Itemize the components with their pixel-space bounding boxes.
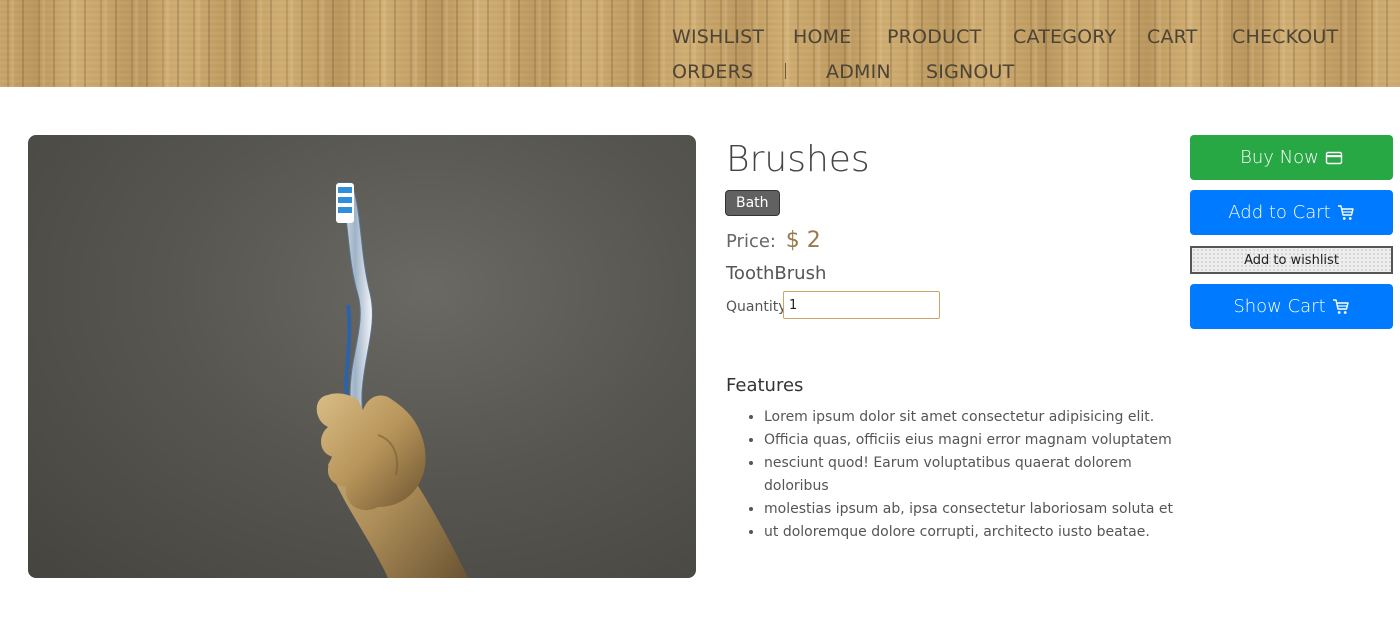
add-to-cart-label: Add to Cart — [1228, 202, 1331, 223]
nav-admin[interactable]: ADMIN — [826, 61, 891, 83]
site-header: WISHLIST HOME PRODUCT CATEGORY CART CHEC… — [0, 0, 1400, 87]
toothbrush-photo — [316, 182, 468, 578]
show-cart-label: Show Cart — [1233, 296, 1326, 317]
nav-wishlist[interactable]: WISHLIST — [672, 26, 764, 48]
add-to-cart-button[interactable]: Add to Cart — [1190, 190, 1393, 235]
price-label: Price: — [726, 231, 776, 252]
add-to-wishlist-button[interactable]: Add to wishlist — [1190, 246, 1393, 274]
quantity-input[interactable] — [783, 291, 940, 319]
price-row: Price: $ 2 — [726, 228, 821, 255]
feature-item: nesciunt quod! Earum voluptatibus quaera… — [764, 452, 1184, 498]
cart-icon — [1337, 204, 1354, 220]
features-list: Lorem ipsum dolor sit amet consectetur a… — [726, 406, 1184, 544]
nav-signout[interactable]: SIGNOUT — [926, 61, 1014, 83]
nav-separator — [785, 63, 786, 79]
nav-home[interactable]: HOME — [793, 26, 851, 48]
product-title: Brushes — [726, 139, 870, 180]
feature-item: ut doloremque dolore corrupti, architect… — [764, 521, 1184, 544]
product-name: ToothBrush — [726, 263, 827, 284]
features-title: Features — [726, 375, 804, 396]
price-value: $ 2 — [785, 228, 821, 253]
category-badge[interactable]: Bath — [725, 190, 780, 216]
nav-category[interactable]: CATEGORY — [1013, 26, 1116, 48]
feature-item: Lorem ipsum dolor sit amet consectetur a… — [764, 406, 1184, 429]
credit-card-icon — [1325, 151, 1343, 164]
feature-item: molestias ipsum ab, ipsa consectetur lab… — [764, 498, 1184, 521]
buy-now-label: Buy Now — [1240, 147, 1319, 168]
buy-now-button[interactable]: Buy Now — [1190, 135, 1393, 180]
nav-checkout[interactable]: CHECKOUT — [1232, 26, 1338, 48]
quantity-label: Quantity — [726, 299, 787, 315]
nav-cart[interactable]: CART — [1147, 26, 1198, 48]
show-cart-button[interactable]: Show Cart — [1190, 284, 1393, 329]
feature-item: Officia quas, officiis eius magni error … — [764, 429, 1184, 452]
nav-orders[interactable]: ORDERS — [672, 61, 753, 83]
product-image — [28, 135, 696, 578]
cart-icon — [1332, 298, 1349, 314]
nav-product[interactable]: PRODUCT — [887, 26, 981, 48]
